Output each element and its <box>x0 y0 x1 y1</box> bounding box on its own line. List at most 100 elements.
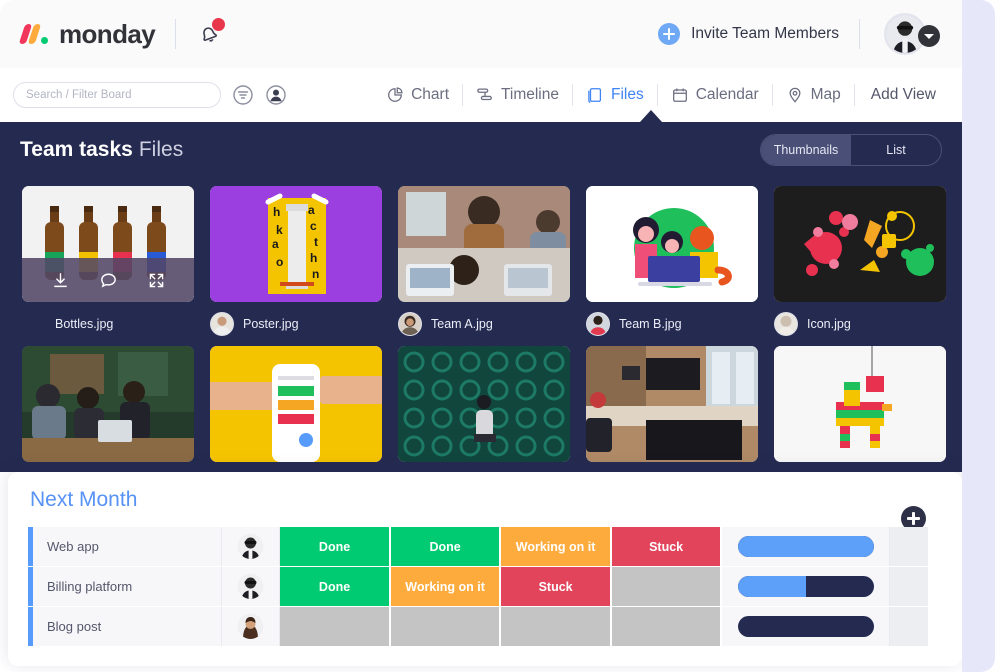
file-card[interactable] <box>22 346 194 462</box>
row-name[interactable]: Web app <box>33 527 223 566</box>
tab-timeline[interactable]: Timeline <box>463 80 572 110</box>
table-row[interactable]: Billing platform Done Working on it Stuc… <box>28 567 929 606</box>
status-cell[interactable]: Done <box>280 527 391 566</box>
file-meta: Team B.jpg <box>586 302 758 346</box>
file-thumbnail[interactable] <box>774 186 946 302</box>
tab-chart[interactable]: Chart <box>373 80 462 110</box>
file-card[interactable]: Bottles.jpg <box>22 186 194 346</box>
toggle-thumbnails[interactable]: Thumbnails <box>761 135 851 165</box>
add-view-button[interactable]: Add View <box>855 86 946 104</box>
file-card[interactable] <box>398 346 570 462</box>
user-menu[interactable] <box>884 13 940 55</box>
file-thumbnail[interactable] <box>210 346 382 462</box>
progress-bar <box>737 536 874 557</box>
status-cell[interactable]: Done <box>280 567 391 606</box>
map-pin-icon <box>789 87 801 103</box>
tab-files[interactable]: Files <box>573 80 657 110</box>
status-cell[interactable] <box>390 607 502 646</box>
invite-label: Invite Team Members <box>691 25 839 42</box>
active-tab-pointer <box>640 110 662 122</box>
board-panel: Next Month Web app Done Done Working on … <box>8 472 962 666</box>
plus-circle-icon <box>658 23 681 45</box>
monday-logo-text: monday <box>59 18 156 49</box>
file-card[interactable] <box>774 346 946 462</box>
row-owner[interactable] <box>222 567 281 606</box>
row-name[interactable]: Blog post <box>33 607 223 646</box>
person-circle-icon[interactable] <box>265 84 287 106</box>
calendar-icon <box>672 88 687 102</box>
progress-cell[interactable] <box>722 527 890 566</box>
avatar <box>774 312 798 336</box>
file-card[interactable]: Icon.jpg <box>774 186 946 346</box>
search-input[interactable] <box>26 89 208 101</box>
file-thumbnail[interactable] <box>398 186 570 302</box>
tab-map[interactable]: Map <box>773 80 854 110</box>
file-thumbnail[interactable]: h a c k a t h o n <box>210 186 382 302</box>
tab-timeline-label: Timeline <box>501 86 559 103</box>
team-photo-a-image <box>398 186 570 302</box>
file-card[interactable] <box>210 346 382 462</box>
comment-icon[interactable] <box>99 271 118 290</box>
divider <box>859 19 860 49</box>
view-mode-toggle[interactable]: Thumbnails List <box>760 134 942 166</box>
status-cell[interactable]: Stuck <box>611 527 723 566</box>
row-owner[interactable] <box>222 527 281 566</box>
file-thumbnail[interactable] <box>586 346 758 462</box>
files-icon <box>588 88 602 103</box>
status-cell[interactable] <box>501 607 612 646</box>
status-cell[interactable]: Done <box>390 527 502 566</box>
invite-team-members-button[interactable]: Invite Team Members <box>658 23 839 45</box>
avatar <box>398 312 422 336</box>
file-card[interactable]: Team A.jpg <box>398 186 570 346</box>
file-card[interactable]: Team B.jpg <box>586 186 758 346</box>
status-label: Working on it <box>405 579 485 594</box>
expand-icon[interactable] <box>147 271 166 290</box>
icon-collage-image <box>774 186 946 302</box>
row-spacer <box>889 567 929 606</box>
file-thumbnail[interactable] <box>774 346 946 462</box>
table-row[interactable]: Blog post <box>28 607 929 646</box>
monday-logo[interactable]: monday <box>18 18 156 50</box>
notification-badge <box>212 18 226 31</box>
status-cell[interactable]: Working on it <box>501 527 612 566</box>
avatar <box>586 312 610 336</box>
row-name[interactable]: Billing platform <box>33 567 223 606</box>
file-thumbnail[interactable] <box>586 186 758 302</box>
status-cell[interactable] <box>611 607 723 646</box>
svg-text:a: a <box>308 203 315 217</box>
progress-bar <box>737 576 874 597</box>
status-cell[interactable]: Working on it <box>390 567 502 606</box>
download-icon[interactable] <box>51 271 70 290</box>
status-cell[interactable]: Stuck <box>501 567 612 606</box>
top-bar: monday Invite Team Members <box>0 0 962 68</box>
status-label: Done <box>318 579 351 594</box>
chevron-down-icon[interactable] <box>918 25 940 47</box>
progress-cell[interactable] <box>722 567 890 606</box>
pie-chart-icon <box>388 87 403 102</box>
tab-calendar[interactable]: Calendar <box>658 80 772 110</box>
board-table: Web app Done Done Working on it Stuck Bi… <box>28 527 929 647</box>
files-header: Team tasks Files Thumbnails List <box>0 122 962 178</box>
file-card[interactable]: ha ck at ho n Poster.jpg <box>210 186 382 346</box>
top-bar-right: Invite Team Members <box>658 13 940 55</box>
file-thumbnail[interactable] <box>22 346 194 462</box>
avatar <box>238 534 264 559</box>
file-card[interactable] <box>586 346 758 462</box>
progress-cell[interactable] <box>722 607 890 646</box>
group-title[interactable]: Next Month <box>30 488 137 512</box>
tab-map-label: Map <box>810 86 841 103</box>
tab-files-label: Files <box>611 86 644 103</box>
toggle-list[interactable]: List <box>851 135 941 165</box>
file-thumbnail[interactable] <box>22 186 194 302</box>
status-cell[interactable] <box>611 567 723 606</box>
row-owner[interactable] <box>222 607 281 646</box>
status-cell[interactable] <box>280 607 391 646</box>
file-thumbnail[interactable] <box>398 346 570 462</box>
filter-icon[interactable] <box>232 84 254 106</box>
status-label: Done <box>318 539 351 554</box>
svg-text:h: h <box>273 205 280 219</box>
table-row[interactable]: Web app Done Done Working on it Stuck <box>28 527 929 566</box>
search-input-wrapper[interactable] <box>13 82 221 108</box>
monday-logo-mark <box>18 23 52 45</box>
bell-icon[interactable] <box>196 18 226 47</box>
